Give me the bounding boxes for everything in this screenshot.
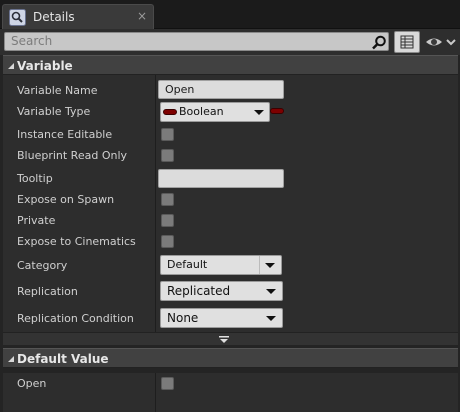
close-icon[interactable]: × <box>137 9 147 23</box>
replication-condition-combo[interactable]: None <box>160 308 283 328</box>
property-label: Instance Editable <box>17 128 113 141</box>
default-value-property-grid: Open <box>3 373 458 412</box>
property-row-replication: Replication Replicated <box>3 279 458 301</box>
expand-advanced-icon <box>219 336 229 343</box>
category-combo[interactable]: Default <box>160 255 282 275</box>
property-label: Expose on Spawn <box>17 193 115 206</box>
property-row-instance-editable: Instance Editable <box>3 123 458 145</box>
variable-section-title: Variable <box>17 59 73 73</box>
property-label: Open <box>17 377 47 390</box>
search-row: Search <box>0 29 460 55</box>
property-row-tooltip: Tooltip <box>3 166 458 188</box>
collapse-arrow-icon <box>8 63 14 69</box>
variable-type-combo[interactable]: Boolean <box>160 102 270 122</box>
eye-icon[interactable] <box>424 34 456 50</box>
tab-title: Details <box>33 10 75 24</box>
private-checkbox[interactable] <box>161 214 174 227</box>
advanced-expander[interactable] <box>3 332 458 345</box>
variable-name-value: Open <box>165 83 195 96</box>
open-default-checkbox[interactable] <box>161 377 174 390</box>
expose-on-spawn-checkbox[interactable] <box>161 193 174 206</box>
variable-name-field[interactable]: Open <box>158 80 284 99</box>
replication-value: Replicated <box>167 284 231 298</box>
search-icon[interactable] <box>371 35 387 50</box>
grid-icon <box>400 35 414 49</box>
search-input[interactable]: Search <box>4 32 389 51</box>
expose-to-cinematics-checkbox[interactable] <box>161 235 174 248</box>
property-row-category: Category Default <box>3 253 458 275</box>
property-label: Category <box>17 259 68 272</box>
property-row-open-default: Open <box>3 373 458 395</box>
instance-editable-checkbox[interactable] <box>161 128 174 141</box>
collapse-arrow-icon <box>8 356 14 362</box>
property-label: Variable Type <box>17 105 91 118</box>
property-label: Expose to Cinematics <box>17 235 136 248</box>
chevron-down-icon <box>266 316 276 321</box>
variable-property-grid: Variable Name Open Variable Type Boolean… <box>3 75 458 332</box>
replication-condition-value: None <box>167 311 199 325</box>
property-label: Blueprint Read Only <box>17 149 128 162</box>
container-type-pin-icon[interactable] <box>270 108 284 114</box>
variable-type-value: Boolean <box>179 105 224 118</box>
property-label: Replication Condition <box>17 312 134 325</box>
replication-combo[interactable]: Replicated <box>160 281 283 301</box>
tooltip-field[interactable] <box>158 169 284 188</box>
property-row-variable-name: Variable Name Open <box>3 78 458 100</box>
blueprint-read-only-checkbox[interactable] <box>161 149 174 162</box>
chevron-down-icon <box>266 289 276 294</box>
details-magnifier-icon <box>9 9 26 26</box>
property-row-replication-condition: Replication Condition None <box>3 306 458 328</box>
tab-strip: Details × <box>0 0 460 29</box>
property-matrix-button[interactable] <box>394 31 420 53</box>
property-row-private: Private <box>3 209 458 231</box>
property-label: Variable Name <box>17 84 98 97</box>
property-row-expose-on-spawn: Expose on Spawn <box>3 188 458 210</box>
search-placeholder: Search <box>11 34 53 48</box>
chevron-down-icon <box>265 263 275 268</box>
property-row-variable-type: Variable Type Boolean <box>3 100 458 122</box>
property-label: Tooltip <box>17 172 53 185</box>
default-value-section-header[interactable]: Default Value <box>3 348 458 368</box>
category-value: Default <box>167 258 208 271</box>
property-label: Replication <box>17 285 78 298</box>
chevron-down-icon <box>254 110 264 115</box>
tab-details[interactable]: Details × <box>2 4 154 29</box>
property-row-blueprint-read-only: Blueprint Read Only <box>3 144 458 166</box>
boolean-type-pin-icon <box>163 109 177 115</box>
default-value-section-title: Default Value <box>17 352 109 366</box>
property-label: Private <box>17 214 56 227</box>
property-row-expose-to-cinematics: Expose to Cinematics <box>3 230 458 252</box>
variable-section-header[interactable]: Variable <box>3 55 458 75</box>
